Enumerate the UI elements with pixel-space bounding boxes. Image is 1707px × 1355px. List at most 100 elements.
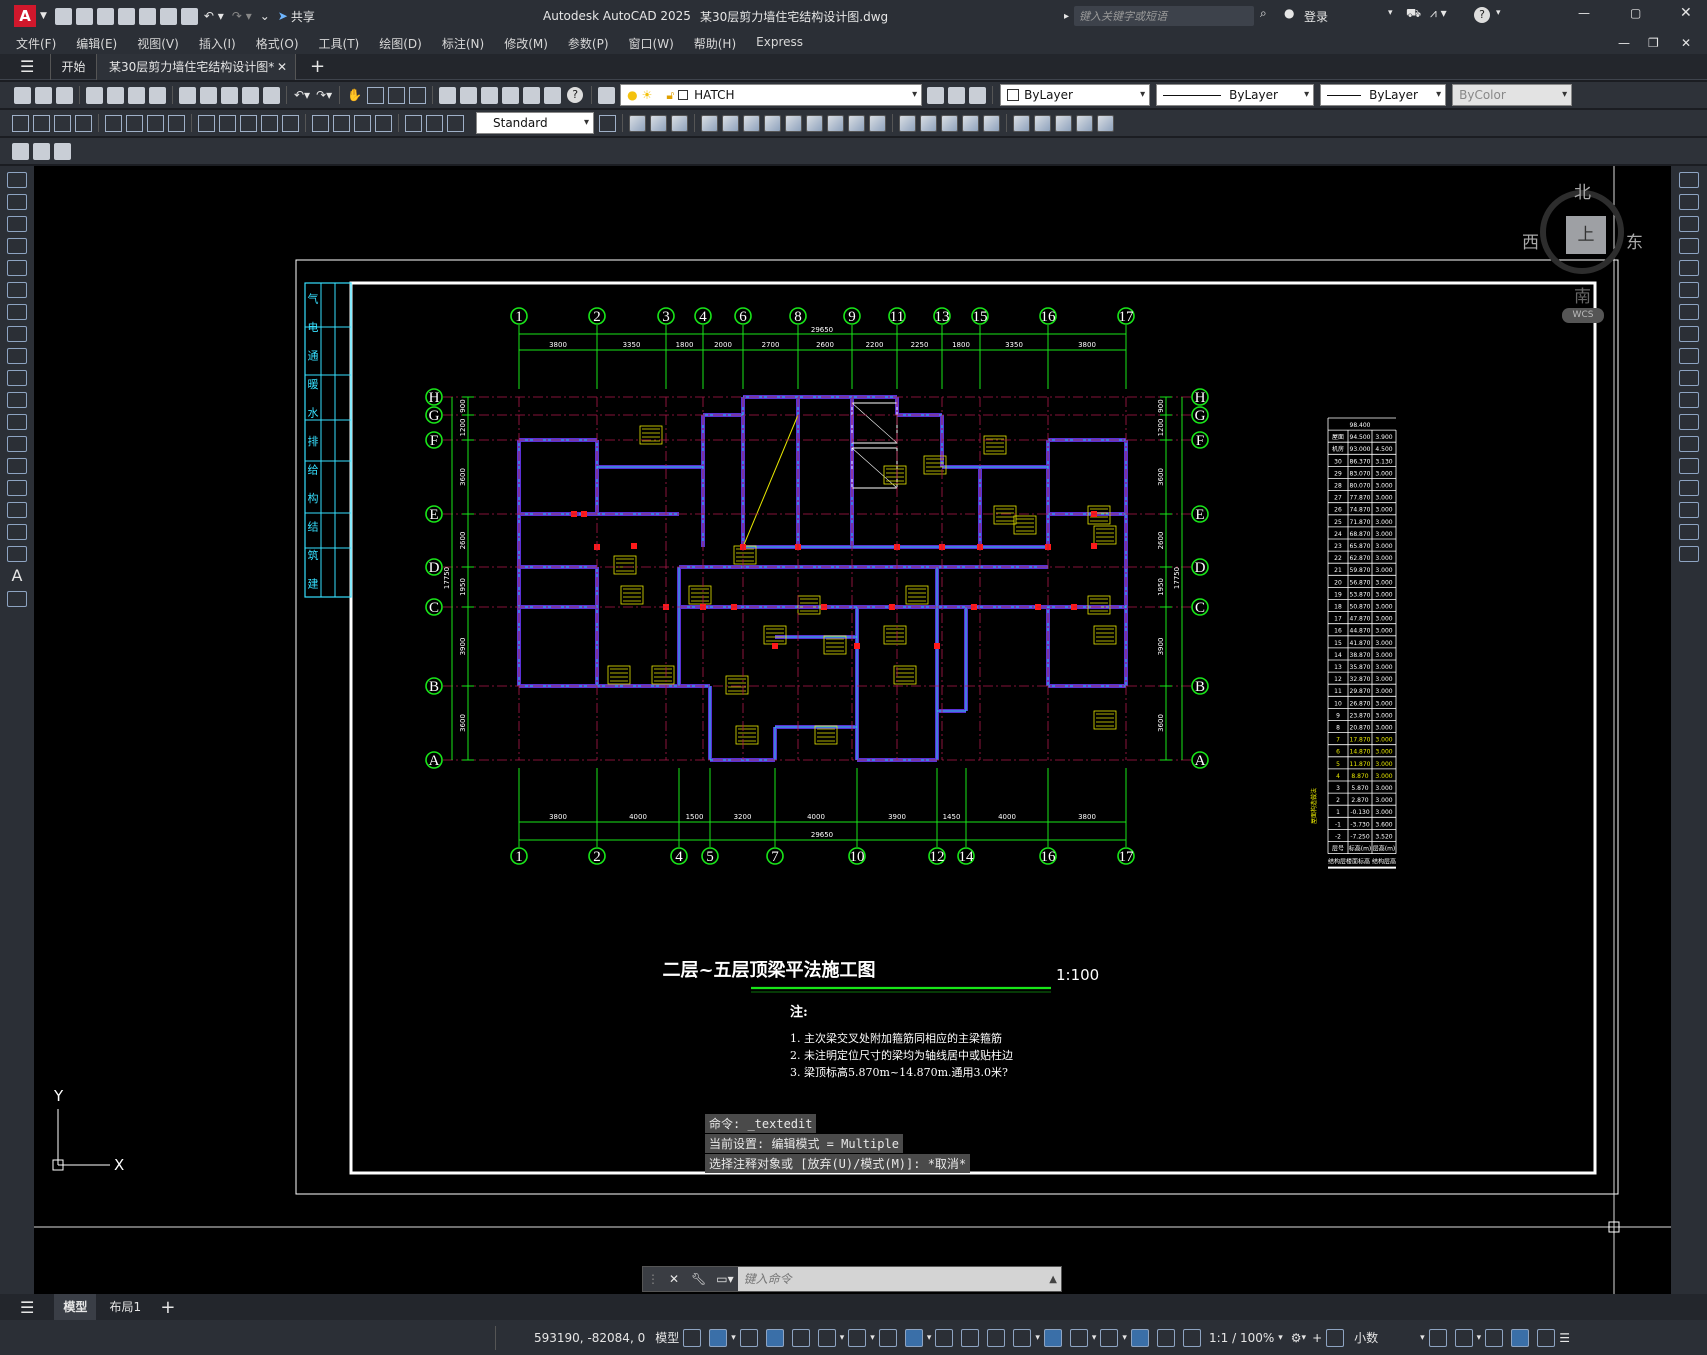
menu-item-6[interactable]: 绘图(D) [369,35,432,52]
workspace-arrow-icon[interactable]: ▾ [1302,1333,1307,1343]
app-menu-arrow-icon[interactable]: ▼ [40,11,47,21]
grid-icon[interactable] [683,1328,702,1347]
ellipse-arc-icon[interactable] [7,392,27,408]
menu-item-0[interactable]: 文件(F) [8,35,66,52]
drawing-canvas[interactable]: 建筑结构给排水暖通电气 1 2 3 4 6 8 9 11 13 15 16 17 1 2 4 5 7 10 12 14… [34,166,1671,1294]
osnap-icon[interactable] [904,1328,923,1347]
circle-icon[interactable] [7,304,27,320]
login-label[interactable]: 登录 [1304,8,1328,25]
search-input[interactable]: 键入关键字或短语 [1074,6,1254,26]
stretch-icon[interactable] [1679,348,1699,364]
hamburger-icon[interactable]: ☰ [20,57,34,76]
block-attr-icon[interactable] [33,142,50,160]
ucs-face-icon[interactable] [701,114,718,132]
zoom-previous-icon[interactable] [409,86,427,104]
share-label[interactable]: 共享 [291,8,315,25]
isodraft-icon[interactable] [848,1328,867,1347]
ucs-icon[interactable] [629,114,646,132]
offset-icon[interactable] [1679,238,1699,254]
annotation-scale-value[interactable]: 1:1 / 100% [1209,1331,1274,1345]
workspace-icon[interactable]: ⚙ [1291,1331,1302,1345]
search-icon[interactable]: ⌕ [1260,6,1267,21]
selection-filter-arrow-icon[interactable]: ▾ [1092,1333,1097,1343]
gizmo-icon[interactable] [1100,1328,1119,1347]
wcs-menu[interactable]: WCS [1562,308,1604,323]
calculator-icon[interactable] [544,86,562,104]
share-icon[interactable]: ➤ [278,9,288,23]
dim-baseline-icon[interactable] [219,114,236,132]
lock-ui-arrow-icon[interactable]: ▾ [1477,1333,1482,1343]
ucs-object-icon[interactable] [722,114,739,132]
hardware-accel-icon[interactable] [1511,1328,1530,1347]
trim-icon[interactable] [1679,370,1699,386]
infer-constraints-icon[interactable] [739,1328,758,1347]
close-icon[interactable]: ✕ [1680,5,1692,21]
spline-icon[interactable] [7,348,27,364]
array-icon[interactable] [1679,260,1699,276]
transparency-icon[interactable] [961,1328,980,1347]
cmd-close-icon[interactable]: ✕ [669,1272,679,1286]
units-arrow-icon[interactable]: ▾ [1420,1333,1425,1343]
view-front-icon[interactable] [983,114,1000,132]
login-arrow-icon[interactable]: ▾ [1388,8,1393,18]
drawing-svg[interactable]: 建筑结构给排水暖通电气 1 2 3 4 6 8 9 11 13 15 16 171 2 4 5 7 10 12 14… [34,166,1671,1294]
arc-icon[interactable] [7,282,27,298]
make-block-icon[interactable] [7,436,27,452]
ucs-x-icon[interactable] [827,114,844,132]
ucs-origin-icon[interactable] [764,114,781,132]
ucs-3point-icon[interactable] [806,114,823,132]
sync-attr-icon[interactable] [54,142,71,160]
3dosnap-arrow-icon[interactable]: ▾ [1035,1333,1040,1343]
markup-icon[interactable] [523,86,541,104]
doc-minimize-icon[interactable]: — [1618,36,1630,50]
dim-space-icon[interactable] [261,114,278,132]
tab-close-icon[interactable]: ✕ [277,54,287,80]
view-ne-icon[interactable] [1076,114,1093,132]
add-layout-icon[interactable]: + [160,1297,175,1318]
quick-dim-icon[interactable] [198,114,215,132]
save-file-icon[interactable] [56,86,73,104]
layer-state-icon[interactable] [969,86,987,104]
ellipse-icon[interactable] [7,370,27,386]
minimize-icon[interactable]: — [1578,6,1590,20]
make-current-icon[interactable] [927,86,945,104]
3dosnap-icon[interactable] [1013,1328,1032,1347]
break-icon[interactable] [1679,436,1699,452]
dim-jogged-icon[interactable] [126,114,143,132]
scale-icon[interactable] [1679,326,1699,342]
snap-arrow-icon[interactable]: ▾ [731,1333,736,1343]
polar-arrow-icon[interactable]: ▾ [840,1333,845,1343]
view-bottom-icon[interactable] [920,114,937,132]
open-file-icon[interactable] [35,86,52,104]
new-icon[interactable] [54,7,72,25]
cmd-history-arrow-icon[interactable]: ▲ [1049,1274,1057,1285]
menu-item-9[interactable]: 参数(P) [558,35,619,52]
menu-item-4[interactable]: 格式(O) [246,35,309,52]
layer-dropdown[interactable]: ● ☀ 🔓︎ HATCH ▾ [620,84,923,106]
center-mark-icon[interactable] [333,114,350,132]
dim-text-edit-icon[interactable] [426,114,443,132]
osnap-arrow-icon[interactable]: ▾ [927,1333,932,1343]
break-point-icon[interactable] [1679,414,1699,430]
selection-cycling-icon[interactable] [987,1328,1006,1347]
dimstyle-manager-icon[interactable] [599,114,616,132]
view-right-icon[interactable] [962,114,979,132]
layer-previous-icon[interactable] [948,86,966,104]
lock-ui-icon[interactable] [1454,1328,1473,1347]
layout-menu-icon[interactable]: ☰ [20,1298,34,1317]
help-icon[interactable]: ? [1474,7,1490,23]
customize-status-icon[interactable]: ☰ [1559,1331,1570,1345]
autoscale-icon[interactable] [1156,1328,1175,1347]
cmd-customize-icon[interactable]: 🔧︎ [691,1272,706,1286]
preview-icon[interactable] [107,86,124,104]
dim-radius-icon[interactable] [105,114,122,132]
ucs-y-icon[interactable] [848,114,865,132]
user-icon[interactable]: ● [1284,6,1294,20]
plot-icon[interactable] [180,7,198,25]
model-space-toggle[interactable]: 模型 [655,1329,679,1346]
dim-aligned-icon[interactable] [33,114,50,132]
quick-properties-icon[interactable] [1428,1328,1447,1347]
view-back-icon[interactable] [1013,114,1030,132]
coordinates[interactable]: 593190, -82084, 0 [534,1331,645,1345]
join-icon[interactable] [1679,458,1699,474]
